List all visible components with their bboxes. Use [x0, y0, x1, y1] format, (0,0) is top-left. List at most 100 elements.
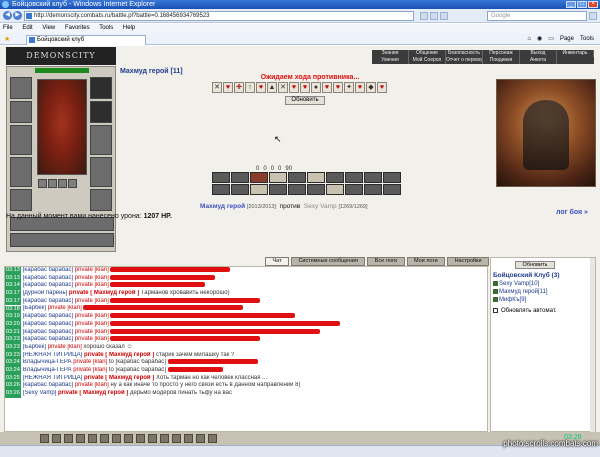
chat-nick[interactable]: [НЕЖНАЯ ТИГРИЦА]: [23, 352, 84, 358]
slot-ring-2[interactable]: [48, 179, 57, 188]
chat-nick[interactable]: [карабас барабас]: [23, 321, 75, 327]
heart-icon[interactable]: ♥: [256, 82, 266, 93]
slot-weapon[interactable]: [10, 125, 32, 155]
nav-skills[interactable]: Умения: [372, 57, 409, 64]
chat-private-tag[interactable]: private [klan]: [73, 367, 109, 373]
action-icon[interactable]: ✕: [278, 82, 288, 93]
chat-private-tag[interactable]: private [klan]: [75, 267, 111, 273]
heart-icon[interactable]: ♥: [322, 82, 332, 93]
print-icon[interactable]: ▭: [548, 35, 554, 42]
heart-icon[interactable]: ♥: [377, 82, 387, 93]
nav-character[interactable]: Персонаж: [483, 50, 520, 57]
tab-system[interactable]: Системные сообщения: [291, 257, 366, 266]
chat-private-tag[interactable]: private [klan]: [75, 298, 111, 304]
nav-exit[interactable]: Выход: [520, 50, 557, 57]
maximize-button[interactable]: □: [577, 1, 587, 8]
tab-my-logs[interactable]: Мои логи: [406, 257, 446, 266]
minimize-button[interactable]: _: [566, 1, 576, 8]
skill-slot[interactable]: [231, 172, 249, 183]
tab-settings[interactable]: Настройки: [447, 257, 489, 266]
skill-slot[interactable]: [288, 184, 306, 195]
feeds-icon[interactable]: ◉: [537, 35, 542, 42]
chat-nick[interactable]: [карабас барабас]: [23, 275, 75, 281]
slot-helmet[interactable]: [10, 77, 32, 99]
chat-private-tag[interactable]: private [ Махмуд герой ]: [84, 352, 156, 358]
skill-slot[interactable]: [269, 172, 287, 183]
nav-social[interactable]: Общение: [409, 50, 446, 57]
search-icon[interactable]: [589, 12, 597, 20]
action-icon[interactable]: ●: [311, 82, 321, 93]
nav-soerol[interactable]: Мой Соерол: [409, 57, 446, 64]
skill-slot[interactable]: [345, 184, 363, 195]
toolbar-icon[interactable]: [88, 434, 97, 443]
chat-private-tag[interactable]: private [klan]: [48, 306, 84, 312]
slot-boots[interactable]: [90, 189, 112, 211]
slot-rings-row[interactable]: [10, 233, 114, 247]
skill-slot[interactable]: [326, 184, 344, 195]
chat-nick[interactable]: [дурной парень]: [23, 290, 69, 296]
slot-armor[interactable]: [10, 157, 32, 187]
dropdown-icon[interactable]: [420, 12, 428, 20]
menu-favorites[interactable]: Favorites: [65, 25, 90, 31]
action-icon[interactable]: ✕: [212, 82, 222, 93]
toolbar-icon[interactable]: [40, 434, 49, 443]
slot-amulet[interactable]: [10, 101, 32, 123]
sidebar-scrollbar[interactable]: [590, 258, 595, 433]
slot-pants[interactable]: [90, 157, 112, 187]
user-item[interactable]: Махмуд герой[11]: [493, 288, 548, 296]
skill-slot[interactable]: [307, 172, 325, 183]
toolbar-icon[interactable]: [52, 434, 61, 443]
menu-tools[interactable]: Tools: [99, 25, 113, 31]
action-icon[interactable]: ✦: [344, 82, 354, 93]
chat-private-tag[interactable]: private [ Махмуд герой ]: [58, 390, 130, 396]
search-input[interactable]: Google: [487, 11, 587, 21]
slot-ring-4[interactable]: [68, 179, 77, 188]
toolbar-icon[interactable]: [64, 434, 73, 443]
chat-private-tag[interactable]: private [ Махмуд герой ]: [84, 375, 156, 381]
chat-private-tag[interactable]: private [klan]: [73, 359, 109, 365]
chat-nick[interactable]: [карабас барабас]: [23, 282, 75, 288]
menu-file[interactable]: File: [3, 25, 13, 31]
nav-transfers[interactable]: Отчет о переводах: [446, 57, 483, 64]
skill-slot[interactable]: [250, 172, 268, 183]
slot-gloves[interactable]: [90, 101, 112, 123]
browser-tab[interactable]: Бойцовский клуб: [26, 35, 146, 45]
chat-nick[interactable]: Владычица-ГЕРА: [23, 367, 73, 373]
toolbar-icon[interactable]: [76, 434, 85, 443]
forward-icon[interactable]: ▶: [13, 11, 22, 20]
nav-knowledge[interactable]: Знания: [372, 50, 409, 57]
action-icon[interactable]: ↑: [245, 82, 255, 93]
toolbar-icon[interactable]: [100, 434, 109, 443]
chat-nick[interactable]: [Барбек]: [23, 306, 48, 312]
refresh-icon[interactable]: [430, 12, 438, 20]
stop-icon[interactable]: [440, 12, 448, 20]
page-menu[interactable]: Page: [560, 36, 574, 42]
chat-private-tag[interactable]: private [klan]: [75, 275, 111, 281]
address-input[interactable]: http://demonscity.combats.ru/battle.pl?b…: [24, 11, 414, 21]
auto-refresh-checkbox[interactable]: [493, 308, 498, 313]
chat-nick[interactable]: [Sexy Vamp]: [23, 390, 58, 396]
skill-slot[interactable]: [364, 172, 382, 183]
toolbar-icon[interactable]: [112, 434, 121, 443]
skill-slot[interactable]: [212, 184, 230, 195]
heart-icon[interactable]: ♥: [289, 82, 299, 93]
auto-refresh[interactable]: Обновлять автомат.: [493, 308, 557, 314]
chat-private-tag[interactable]: private [klan]: [75, 321, 111, 327]
refresh-list-button[interactable]: Обновить: [515, 261, 555, 269]
chat-private-tag[interactable]: private [klan]: [75, 336, 111, 342]
chat-private-tag[interactable]: private [klan]: [75, 313, 111, 319]
user-item[interactable]: МифКъ[9]: [493, 296, 548, 304]
opponent-link[interactable]: Sexy Vamp: [304, 203, 337, 210]
skill-slot[interactable]: [326, 172, 344, 183]
skill-slot[interactable]: [250, 184, 268, 195]
action-icon[interactable]: ✚: [234, 82, 244, 93]
slot-ring-1[interactable]: [38, 179, 47, 188]
chat-private-tag[interactable]: private [klan]: [75, 329, 111, 335]
battle-log-link[interactable]: лог боя »: [556, 209, 588, 216]
chat-private-tag[interactable]: private [klan]: [48, 344, 84, 350]
back-icon[interactable]: ◀: [3, 11, 12, 20]
heart-icon[interactable]: ♥: [355, 82, 365, 93]
chat-nick[interactable]: [карабас барабас]: [23, 298, 75, 304]
chat-nick[interactable]: [карабас барабас]: [23, 329, 75, 335]
menu-view[interactable]: View: [42, 25, 55, 31]
